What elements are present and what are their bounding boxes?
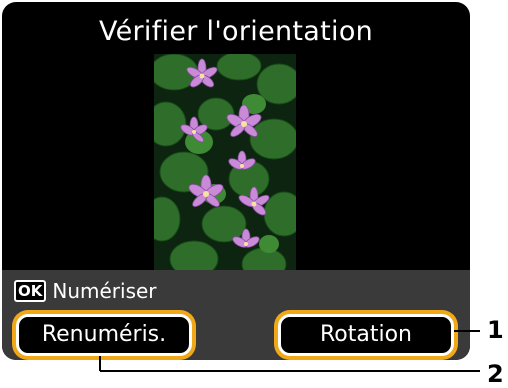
callout-lines (99, 330, 480, 372)
callout-label-2: 2 (487, 360, 504, 388)
callout-label-1: 1 (487, 316, 504, 344)
